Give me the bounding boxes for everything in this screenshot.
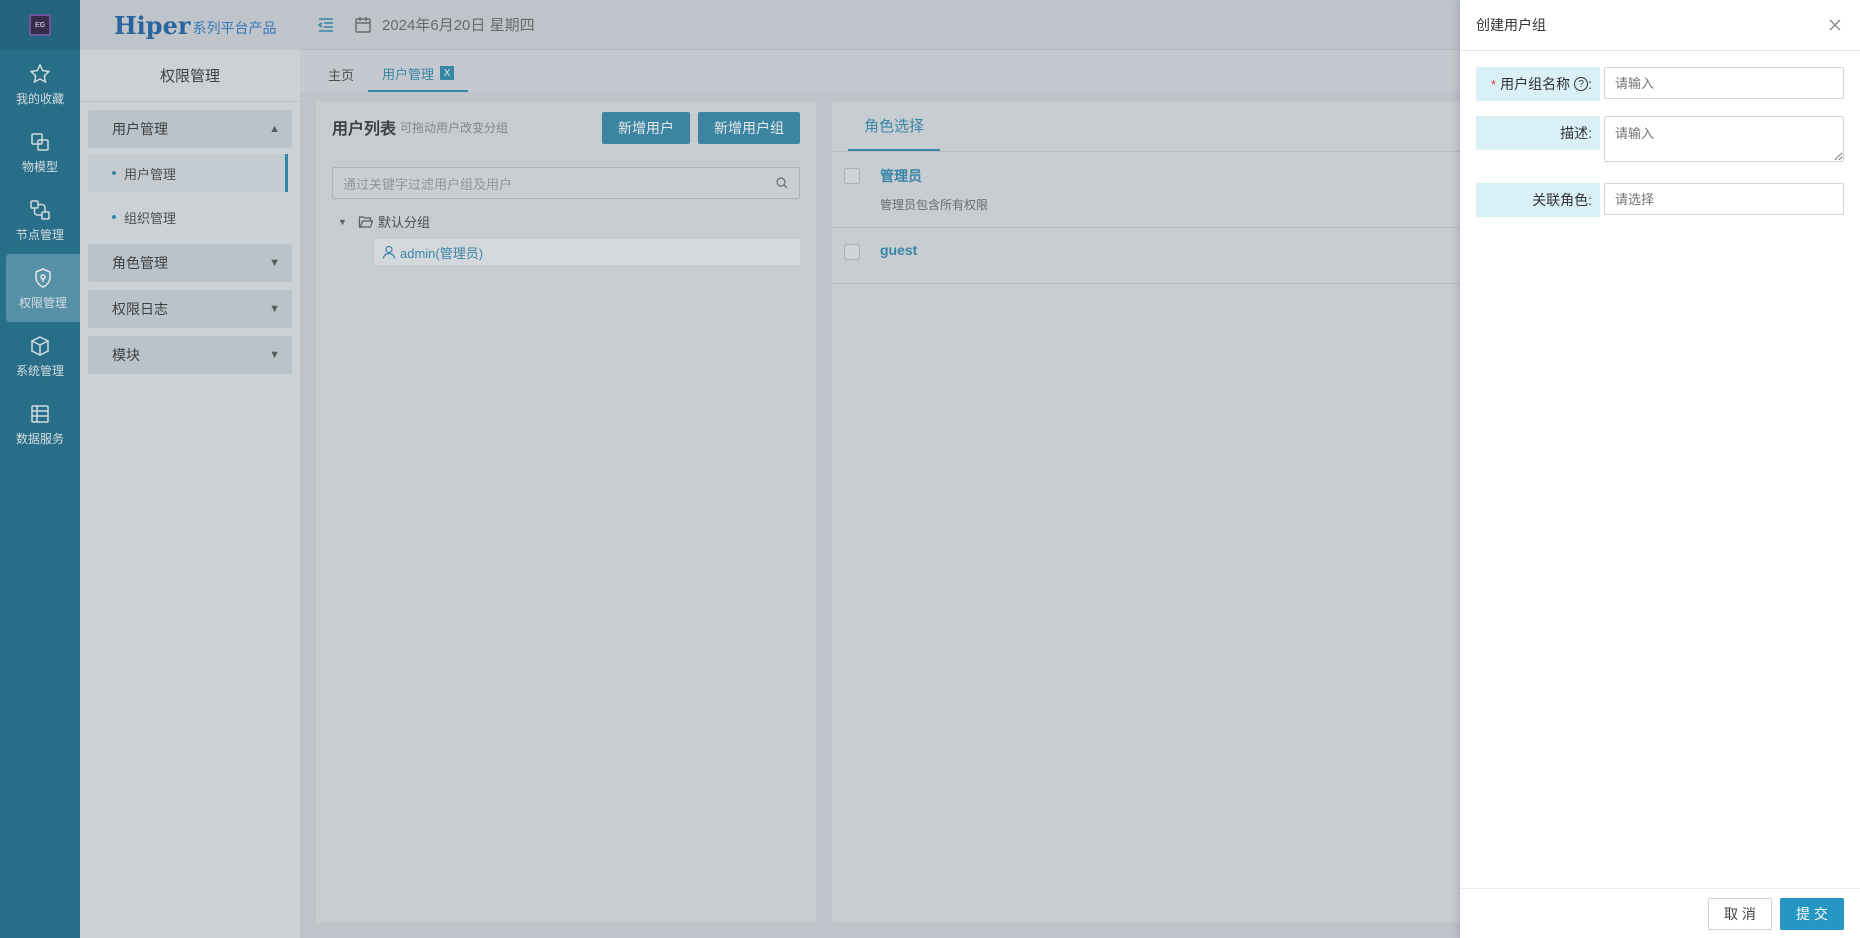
tab-home[interactable]: 主页	[314, 56, 368, 92]
form-row-related-roles: 关联角色:	[1476, 183, 1844, 217]
rail-item-data-service[interactable]: 数据服务	[0, 390, 80, 458]
related-roles-label: 关联角色:	[1476, 183, 1600, 217]
rail-item-thing-model[interactable]: 物模型	[0, 118, 80, 186]
sidebar-group-module[interactable]: 模块 ▼	[88, 336, 292, 374]
group-name-label-text: 用户组名称	[1500, 76, 1571, 92]
data-icon	[31, 404, 49, 423]
role-checkbox[interactable]	[844, 168, 860, 184]
sidebar-group-user-management[interactable]: 用户管理 ▲	[88, 110, 292, 148]
rail-item-label: 数据服务	[15, 431, 64, 446]
folder-open-icon	[358, 215, 374, 228]
form-row-group-name: * 用户组名称 ? :	[1476, 67, 1844, 101]
bullet-icon	[112, 171, 116, 175]
star-icon	[29, 62, 51, 83]
add-user-group-button[interactable]: 新增用户组	[698, 112, 800, 144]
tab-user-management[interactable]: 用户管理 X	[368, 56, 469, 92]
group-name-label-colon: :	[1588, 76, 1592, 92]
chevron-down-icon: ▼	[269, 257, 280, 269]
required-mark: *	[1491, 76, 1497, 92]
sidebar-group-label: 角色管理	[112, 255, 168, 271]
chevron-up-icon: ▲	[269, 123, 280, 135]
description-textarea[interactable]	[1604, 116, 1844, 162]
related-roles-label-text: 关联角色:	[1532, 192, 1592, 208]
rail-item-label: 节点管理	[15, 227, 64, 242]
tree-node-label: admin(管理员)	[400, 245, 484, 261]
sidebar-item-org-management[interactable]: 组织管理	[88, 198, 282, 236]
role-checkbox[interactable]	[844, 244, 860, 260]
node-icon	[30, 199, 50, 220]
related-roles-select[interactable]	[1604, 183, 1844, 215]
drawer-title: 创建用户组	[1476, 17, 1546, 33]
tree-node-admin-user[interactable]: admin(管理员)	[374, 239, 800, 265]
rail-item-node-management[interactable]: 节点管理	[0, 186, 80, 254]
rail-item-favorites[interactable]: 我的收藏	[0, 50, 80, 118]
tree-node-default-group[interactable]: ▼ 默认分组	[338, 212, 430, 231]
caret-down-icon[interactable]: ▼	[338, 217, 358, 227]
app-logo: EG	[0, 0, 80, 50]
submit-button[interactable]: 提 交	[1780, 898, 1844, 930]
user-list-hint: 可拖动用户改变分组	[400, 120, 509, 135]
user-icon	[382, 245, 396, 259]
search-placeholder: 通过关键字过滤用户组及用户	[343, 176, 513, 192]
form-row-description: 描述:	[1476, 116, 1844, 162]
create-user-group-drawer: 创建用户组 * 用户组名称 ? : 描述: 关联角色: 取 消 提 交	[1460, 0, 1860, 938]
drawer-footer: 取 消 提 交	[1460, 888, 1860, 938]
logo-icon: EG	[29, 14, 51, 36]
rail-item-label: 我的收藏	[15, 91, 64, 106]
user-search-input[interactable]: 通过关键字过滤用户组及用户	[332, 167, 800, 199]
description-label: 描述:	[1476, 116, 1600, 150]
group-name-label: * 用户组名称 ? :	[1476, 67, 1600, 101]
drawer-header: 创建用户组	[1460, 0, 1860, 51]
tree-node-label: 默认分组	[378, 215, 431, 230]
group-name-input[interactable]	[1604, 67, 1844, 99]
description-label-text: 描述:	[1560, 125, 1592, 141]
model-icon	[31, 132, 49, 151]
user-list-title: 用户列表	[332, 121, 397, 138]
rail-item-label: 物模型	[21, 159, 58, 174]
close-icon[interactable]: X	[440, 66, 455, 80]
menu-collapse-icon[interactable]	[316, 15, 336, 35]
icon-rail: EG 我的收藏 物模型 节点管理 权限管理 系统管理 数据服务	[0, 0, 80, 938]
sidebar-title: 权限管理	[80, 50, 300, 102]
sidebar-group-label: 权限日志	[112, 301, 168, 317]
sidebar-group-label: 模块	[112, 347, 140, 363]
help-icon[interactable]: ?	[1574, 77, 1589, 91]
brand: Hiper 系列平台产品	[80, 0, 300, 50]
sidebar: Hiper 系列平台产品 权限管理 用户管理 ▲ 用户管理 组织管理 角色管理 …	[80, 0, 300, 938]
cancel-button[interactable]: 取 消	[1708, 898, 1772, 930]
sidebar-group-permission-log[interactable]: 权限日志 ▼	[88, 290, 292, 328]
close-icon[interactable]	[1826, 16, 1844, 34]
bullet-icon	[112, 215, 116, 219]
tab-role-selection[interactable]: 角色选择	[848, 101, 941, 151]
sidebar-item-label: 用户管理	[124, 166, 177, 182]
sidebar-item-label: 组织管理	[124, 210, 177, 226]
current-date: 2024年6月20日 星期四	[382, 17, 535, 34]
chevron-down-icon: ▼	[269, 303, 280, 315]
tab-label: 用户管理	[382, 66, 435, 82]
brand-name: Hiper	[114, 10, 191, 40]
sidebar-group-role-management[interactable]: 角色管理 ▼	[88, 244, 292, 282]
sidebar-group-label: 用户管理	[112, 121, 168, 137]
chevron-down-icon: ▼	[269, 349, 280, 361]
sidebar-item-user-management[interactable]: 用户管理	[88, 154, 288, 192]
rail-item-system-management[interactable]: 系统管理	[0, 322, 80, 390]
user-list-panel: 用户列表 可拖动用户改变分组 新增用户 新增用户组 通过关键字过滤用户组及用户 …	[316, 102, 816, 922]
search-icon	[776, 177, 788, 189]
add-user-button[interactable]: 新增用户	[602, 112, 690, 144]
tab-label: 主页	[328, 67, 355, 83]
rail-item-label: 系统管理	[15, 363, 64, 378]
box-icon	[31, 335, 49, 356]
rail-item-label: 权限管理	[18, 295, 67, 310]
calendar-icon	[355, 16, 371, 33]
rail-item-permission-management[interactable]: 权限管理	[6, 254, 80, 322]
shield-icon	[35, 267, 51, 288]
brand-suffix: 系列平台产品	[192, 20, 277, 36]
